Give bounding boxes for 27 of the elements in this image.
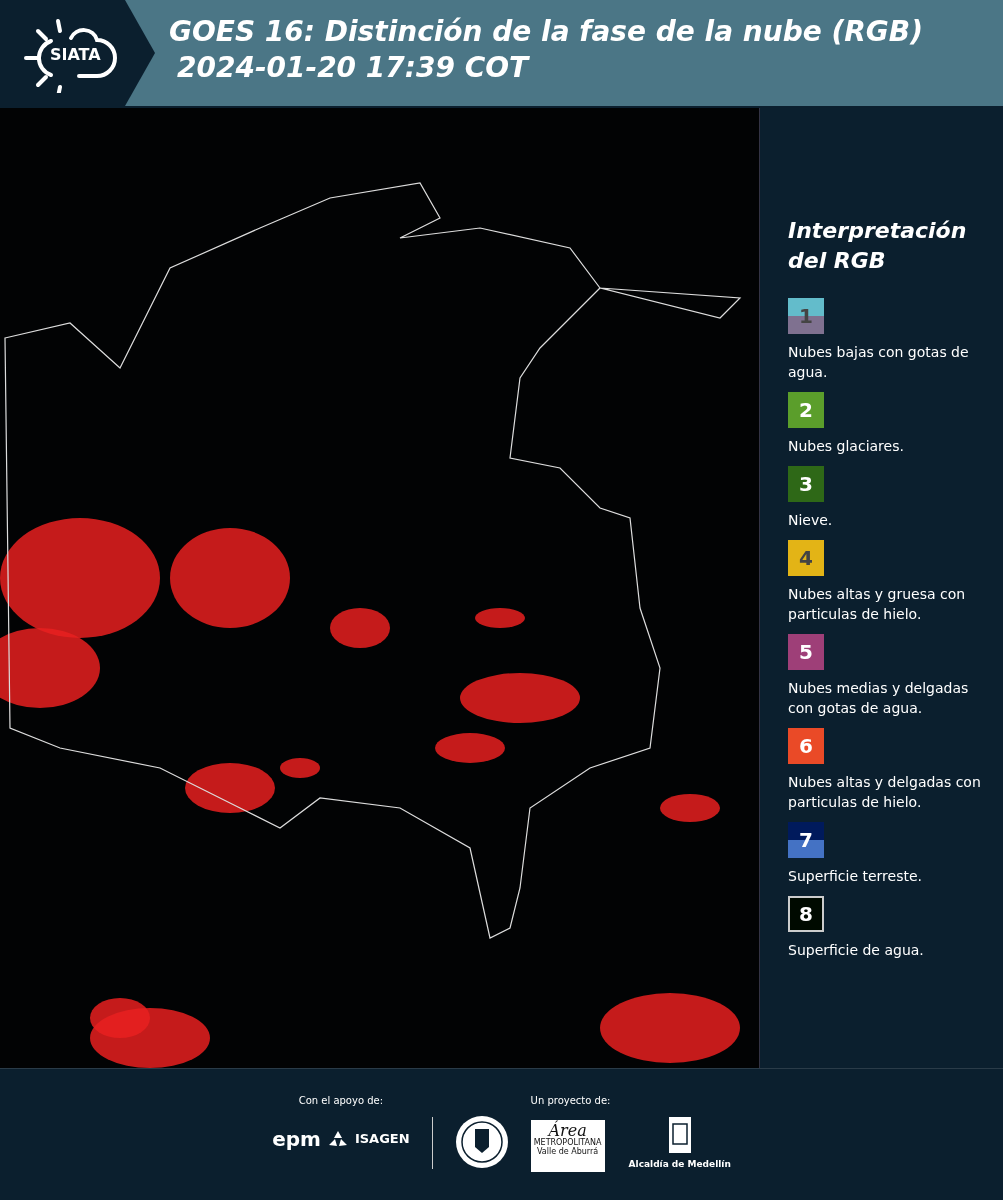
timestamp: 2024-01-20 17:39 COT	[176, 50, 531, 86]
legend-label: Nubes altas y gruesa con particulas de hielo.	[788, 585, 967, 624]
swatch-number: 6	[799, 733, 813, 760]
swatch-number: 3	[799, 471, 813, 498]
legend-label: Superficie terreste.	[788, 867, 923, 886]
coat-of-arms-icon	[667, 1116, 692, 1154]
siata-logo: SIATA	[16, 13, 126, 93]
city-logo-text: Alcaldía de Medellín	[628, 1158, 731, 1171]
legend-label: Nubes bajas con gotas de agua.	[788, 343, 970, 382]
swatch-number: 2	[799, 397, 813, 424]
isagen-icon	[328, 1131, 347, 1147]
swatch-number: 5	[799, 639, 813, 666]
legend-label: Nieve.	[788, 511, 834, 530]
legend-label: Nubes altas y delgadas con particulas de hielo.	[788, 773, 982, 812]
legend-label: Superficie de agua.	[788, 941, 925, 960]
isagen-logo: ISAGEN	[354, 1130, 410, 1149]
seal-icon	[454, 1115, 509, 1169]
swatch-number: 8	[799, 901, 813, 928]
area-logo: Área METROPOLITANA Valle de Aburrá	[530, 1119, 605, 1172]
support-label: Con el apoyo de:	[298, 1094, 384, 1108]
swatch-number: 4	[799, 545, 813, 572]
page-title: GOES 16: Distinción de la fase de la nube (RGB)	[169, 14, 923, 50]
epm-logo: epm	[272, 1126, 321, 1153]
legend-title: Interpretación del RGB	[788, 217, 968, 275]
legend-label: Nubes glaciares.	[788, 437, 905, 456]
project-label: Un proyecto de:	[530, 1094, 612, 1108]
legend-label: Nubes medias y delgadas con gotas de agua.	[788, 679, 970, 718]
